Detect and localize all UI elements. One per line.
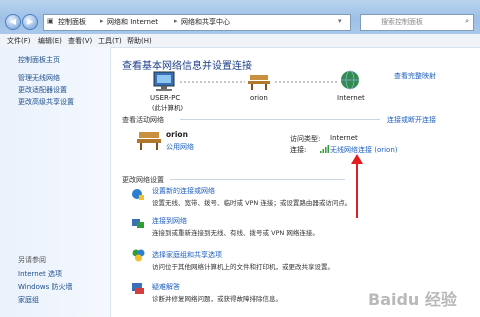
search-input[interactable]: 搜索控制面板 ⌕ xyxy=(360,14,474,31)
folder-icon: ▣ xyxy=(47,17,54,25)
bench-icon xyxy=(248,75,270,90)
task-troubleshoot-link[interactable]: 疑难解答 xyxy=(152,282,180,292)
sidebar-item-advanced-sharing[interactable]: 更改高级共享设置 xyxy=(18,97,74,107)
connect-disconnect-link[interactable]: 连接或断开连接 xyxy=(387,115,436,125)
troubleshoot-icon xyxy=(132,283,144,294)
internet-globe-icon xyxy=(341,70,359,90)
task-homegroup-link[interactable]: 选择家庭组和共享选项 xyxy=(152,250,222,260)
task-connect-network-link[interactable]: 连接到网络 xyxy=(152,216,187,226)
homegroup-icon xyxy=(132,249,145,262)
task-homegroup-desc: 访问位于其他网络计算机上的文件和打印机，或更改共享设置。 xyxy=(152,263,334,271)
task-new-connection-desc: 设置无线、宽带、拨号、临时或 VPN 连接；或设置路由器或访问点。 xyxy=(152,199,352,207)
task-troubleshoot-desc: 诊断并修复网络问题，或获得故障排除信息。 xyxy=(152,295,282,303)
menu-view[interactable]: 查看(V) xyxy=(68,36,92,46)
crumb-control-panel[interactable]: 控制面板 xyxy=(58,17,86,27)
crumb-separator-icon: ▸ xyxy=(174,17,178,25)
see-also-heading: 另请参阅 xyxy=(18,256,46,264)
address-field[interactable]: ▣ 控制面板 ▸ 网络和 Internet ▸ 网络和共享中心 ▾ xyxy=(43,14,351,31)
access-type-label: 访问类型: xyxy=(290,135,321,143)
connect-network-icon xyxy=(132,219,144,228)
red-arrow-annotation xyxy=(351,154,363,218)
new-connection-icon xyxy=(132,189,144,200)
network-type-link[interactable]: 公用网络 xyxy=(166,142,194,152)
map-network-name: orion xyxy=(250,94,268,102)
section-divider xyxy=(180,119,380,120)
wifi-signal-icon xyxy=(320,145,329,153)
search-placeholder: 搜索控制面板 xyxy=(381,18,423,26)
back-button[interactable]: ◀ xyxy=(5,14,21,30)
map-pc-sub: (此计算机) xyxy=(152,104,184,112)
search-icon[interactable]: ⌕ xyxy=(465,17,469,26)
menu-edit[interactable]: 编辑(E) xyxy=(38,36,62,46)
task-connect-network-desc: 连接到或重新连接到无线、有线、拨号或 VPN 网络连接。 xyxy=(152,229,319,237)
crumb-network-internet[interactable]: 网络和 Internet xyxy=(107,17,158,27)
computer-icon xyxy=(153,71,175,91)
forward-button[interactable]: ▶ xyxy=(22,14,38,30)
menu-file[interactable]: 文件(F) xyxy=(7,36,31,46)
full-map-link[interactable]: 查看完整映射 xyxy=(394,71,436,81)
menu-bar: 文件(F) 编辑(E) 查看(V) 工具(T) 帮助(H) xyxy=(0,34,480,48)
dropdown-arrow-icon[interactable]: ▾ xyxy=(338,17,342,25)
active-network-name: orion xyxy=(166,130,188,139)
sidebar-item-adapter-settings[interactable]: 更改适配器设置 xyxy=(18,85,67,95)
bench-icon xyxy=(137,132,161,150)
change-settings-heading: 更改网络设置 xyxy=(122,176,164,184)
crumb-separator-icon: ▸ xyxy=(100,17,104,25)
crumb-network-sharing-center[interactable]: 网络和共享中心 xyxy=(181,17,230,27)
menu-help[interactable]: 帮助(H) xyxy=(127,36,152,46)
address-bar-area: ◀ ▶ ▣ 控制面板 ▸ 网络和 Internet ▸ 网络和共享中心 ▾ 搜索… xyxy=(0,0,480,35)
sidebar-item-manage-wireless[interactable]: 管理无线网络 xyxy=(18,73,60,83)
map-pc-name: USER-PC xyxy=(150,94,181,102)
see-also-internet-options[interactable]: Internet 选项 xyxy=(18,269,62,279)
connection-label: 连接: xyxy=(290,146,307,154)
access-type-value: Internet xyxy=(330,134,358,142)
task-new-connection-link[interactable]: 设置新的连接或网络 xyxy=(152,186,215,196)
map-internet-label: Internet xyxy=(337,94,365,102)
see-also-firewall[interactable]: Windows 防火墙 xyxy=(18,282,72,292)
sidebar: 控制面板主页 管理无线网络 更改适配器设置 更改高级共享设置 另请参阅 Inte… xyxy=(0,47,111,317)
active-network-heading: 查看活动网络 xyxy=(122,116,164,124)
see-also-homegroup[interactable]: 家庭组 xyxy=(18,295,39,305)
menu-tools[interactable]: 工具(T) xyxy=(98,36,122,46)
baidu-watermark: Baidu 经验 xyxy=(368,290,457,309)
sidebar-home-link[interactable]: 控制面板主页 xyxy=(18,55,60,65)
section-divider xyxy=(170,179,345,180)
